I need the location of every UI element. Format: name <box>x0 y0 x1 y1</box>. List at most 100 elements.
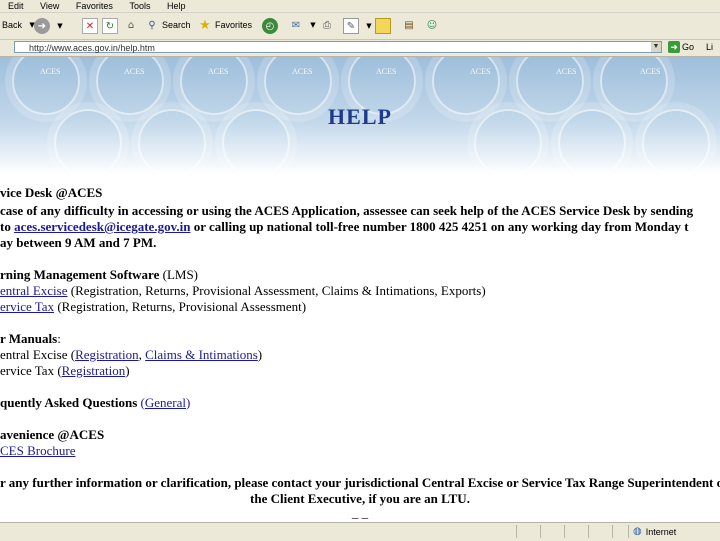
search-button[interactable]: ⚲ Search <box>145 18 191 32</box>
history-icon: ◴ <box>262 18 278 34</box>
status-bar: ◍ Internet <box>0 522 720 541</box>
go-arrow-icon: ➜ <box>668 41 680 53</box>
favorites-button[interactable]: ★ Favorites <box>198 17 253 33</box>
aces-brochure-link[interactable]: CES Brochure <box>0 443 75 458</box>
convenience-heading: avenience @ACES <box>0 427 105 442</box>
status-cell <box>564 525 589 538</box>
lms-service-tax-link[interactable]: ervice Tax <box>0 299 54 314</box>
status-cell <box>588 525 613 538</box>
zone-cell: ◍ Internet <box>628 525 720 538</box>
chevron-down-icon[interactable]: ▼ <box>362 19 376 33</box>
address-input[interactable]: http://www.aces.gov.in/help.htm ▼ <box>14 41 662 53</box>
emblem-label: ACES <box>556 67 577 76</box>
home-button[interactable]: ⌂ <box>124 18 138 32</box>
messenger-button[interactable]: ☺ <box>425 18 439 32</box>
manuals-ce-registration-link[interactable]: Registration <box>75 347 139 362</box>
status-cell <box>540 525 565 538</box>
emblem-label: ACES <box>292 67 313 76</box>
address-url: http://www.aces.gov.in/help.htm <box>29 43 155 53</box>
service-desk-line2: to aces.servicedesk@icegate.gov.in or ca… <box>0 219 689 235</box>
lms-central-excise-rest: (Registration, Returns, Provisional Asse… <box>67 283 486 298</box>
links-label[interactable]: Li <box>706 42 713 52</box>
edit-page-icon: ✎ <box>343 18 359 34</box>
lms-central-excise-line: entral Excise (Registration, Returns, Pr… <box>0 283 486 299</box>
messenger-icon: ☺ <box>426 19 438 31</box>
forward-arrow-icon: ➜ <box>34 18 50 34</box>
service-desk-line2-post: or calling up national toll-free number … <box>190 219 689 234</box>
emblem-label: ACES <box>640 67 661 76</box>
mail-icon: ✉ <box>291 19 301 31</box>
manuals-heading-rest: : <box>57 331 61 346</box>
emblem-label: ACES <box>208 67 229 76</box>
menu-bar: Edit View Favorites Tools Help <box>0 0 720 13</box>
manuals-heading: r Manuals: <box>0 331 61 347</box>
chevron-down-icon[interactable]: ▼ <box>651 42 661 52</box>
forward-button[interactable]: ➜ ▼ <box>34 18 67 34</box>
service-desk-email-link[interactable]: aces.servicedesk@icegate.gov.in <box>14 219 190 234</box>
menu-view[interactable]: View <box>40 0 59 12</box>
print-icon: ⎙ <box>323 19 331 31</box>
manuals-st-registration-link[interactable]: Registration <box>62 363 126 378</box>
faq-heading-bold: quently Asked Questions <box>0 395 138 410</box>
globe-icon: ◍ <box>633 526 642 537</box>
search-icon: ⚲ <box>148 19 156 31</box>
manuals-heading-bold: r Manuals <box>0 331 58 346</box>
note-icon <box>375 18 391 34</box>
search-label: Search <box>162 20 191 30</box>
stop-icon: ✕ <box>82 18 98 34</box>
faq-line: quently Asked Questions (General) <box>0 395 190 411</box>
history-button[interactable]: ◴ <box>262 18 278 34</box>
service-desk-heading: vice Desk @ACES <box>0 185 103 200</box>
emblem-label: ACES <box>470 67 491 76</box>
edit-button[interactable]: ✎ ▼ <box>343 18 376 34</box>
menu-edit[interactable]: Edit <box>8 0 24 12</box>
research-button[interactable]: ▤ <box>402 18 416 32</box>
service-desk-line1: case of any difficulty in accessing or u… <box>0 203 694 218</box>
lms-heading-bold: rning Management Software <box>0 267 160 282</box>
faq-general-link[interactable]: General <box>145 395 186 410</box>
go-label: Go <box>682 42 695 52</box>
service-desk-line2-pre: to <box>0 219 15 234</box>
print-button[interactable]: ⎙ <box>320 18 334 32</box>
menu-help[interactable]: Help <box>167 0 186 12</box>
lms-central-excise-link[interactable]: entral Excise <box>0 283 68 298</box>
discuss-button[interactable] <box>375 18 391 34</box>
page-title: HELP <box>328 104 392 129</box>
go-button[interactable]: ➜ Go <box>668 41 694 53</box>
brochure-line: CES Brochure <box>0 443 75 459</box>
back-label: Back <box>2 20 23 30</box>
chevron-down-icon[interactable]: ▼ <box>306 18 320 32</box>
footer-dashes: _ _ <box>351 505 369 520</box>
status-cell <box>612 525 629 538</box>
star-icon: ★ <box>199 17 211 33</box>
lms-service-tax-rest: (Registration, Returns, Provisional Asse… <box>54 299 307 314</box>
lms-service-tax-line: ervice Tax (Registration, Returns, Provi… <box>0 299 306 315</box>
browser-toolbar: Back ▼ ➜ ▼ ✕ ↻ ⌂ ⚲ Search ★ Favorites ◴ … <box>0 13 720 40</box>
mail-button[interactable]: ✉ ▼ <box>289 18 320 32</box>
emblem-label: ACES <box>376 67 397 76</box>
service-desk-line3: ay between 9 AM and 7 PM. <box>0 235 157 250</box>
manuals-central-excise-line: entral Excise (Registration, Claims & In… <box>0 347 262 363</box>
faq-link-post: ) <box>186 395 191 410</box>
manuals-st-post: ) <box>125 363 130 378</box>
faq-link-pre: ( <box>137 395 145 410</box>
zone-label: Internet <box>645 526 677 537</box>
lms-heading-rest: (LMS) <box>159 267 198 282</box>
address-bar: http://www.aces.gov.in/help.htm ▼ ➜ Go L… <box>0 40 720 57</box>
home-icon: ⌂ <box>127 19 135 31</box>
emblem-label: ACES <box>124 67 145 76</box>
stop-button[interactable]: ✕ <box>82 18 98 34</box>
manuals-ce-claims-link[interactable]: Claims & Intimations <box>145 347 258 362</box>
favorites-label: Favorites <box>215 20 253 30</box>
status-cell <box>516 525 541 538</box>
page-banner: ACES ACES ACES ACES ACES ACES ACES ACES … <box>0 57 720 175</box>
lms-heading: rning Management Software (LMS) <box>0 267 198 283</box>
emblem-label: ACES <box>40 67 61 76</box>
chevron-down-icon[interactable]: ▼ <box>53 19 67 33</box>
menu-tools[interactable]: Tools <box>129 0 150 12</box>
footer-line1: r any further information or clarificati… <box>0 475 720 490</box>
manuals-service-tax-line: ervice Tax (Registration) <box>0 363 130 379</box>
menu-favorites[interactable]: Favorites <box>76 0 113 12</box>
manuals-ce-pre: entral Excise ( <box>0 347 76 362</box>
refresh-button[interactable]: ↻ <box>102 18 118 34</box>
